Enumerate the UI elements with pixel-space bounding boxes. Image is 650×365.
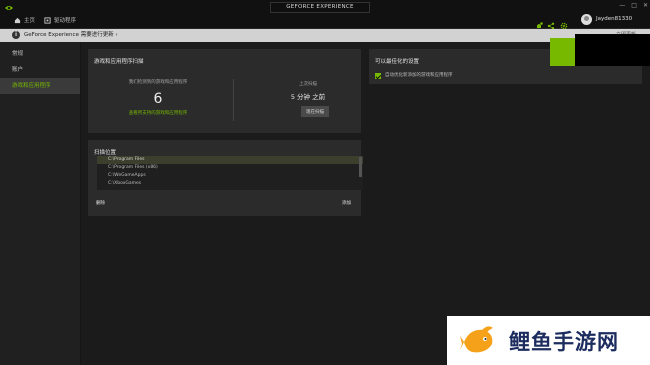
scan-card: 游戏和应用程序扫描 我们检测到的游戏和应用程序 6 查看所支持的游戏和应用程序 …	[88, 49, 361, 133]
scan-card-title: 游戏和应用程序扫描	[94, 59, 144, 65]
auto-optimize-checkbox[interactable]	[375, 73, 381, 79]
top-bar: GEFORCE EXPERIENCE — □ ✕ 主页 驱动程序 Jayden8…	[0, 0, 650, 30]
list-item[interactable]: C:\WeGameApps	[97, 172, 363, 180]
sidebar-item-account[interactable]: 账户	[0, 62, 80, 78]
divider	[233, 79, 234, 121]
list-item[interactable]: C:\Program Files	[97, 156, 363, 164]
optimize-card-title: 可以最佳化的设置	[375, 59, 420, 65]
maximize-button[interactable]: □	[631, 2, 637, 9]
scan-locations-title: 扫描位置	[94, 150, 117, 156]
nav-home-label: 主页	[24, 18, 36, 24]
auto-optimize-label[interactable]: 自动优化新添加的游戏和应用程序	[385, 73, 453, 79]
sidebar-item-general[interactable]: 常规	[0, 46, 80, 62]
scan-locations-list[interactable]: C:\Program Files C:\Program Files (x86) …	[97, 156, 363, 190]
info-icon: i	[12, 31, 20, 39]
found-label: 我们检测到的游戏和应用程序	[128, 80, 188, 85]
nvidia-logo-icon	[5, 6, 13, 10]
settings-sidebar: 常规 账户 游戏和应用程序	[0, 42, 81, 365]
watermark: 鲤鱼手游网	[447, 316, 650, 365]
redaction-block	[575, 34, 650, 66]
nav-home[interactable]: 主页	[14, 14, 35, 26]
close-button[interactable]: ✕	[643, 2, 648, 9]
username[interactable]: Jayden81330	[596, 16, 632, 22]
drivers-icon	[44, 16, 51, 24]
remove-location-button[interactable]: 删除	[96, 200, 105, 206]
watermark-text: 鲤鱼手游网	[509, 330, 619, 354]
minimize-button[interactable]: —	[619, 2, 625, 9]
list-item[interactable]: C:\Program Files (x86)	[97, 164, 363, 172]
update-notice-text[interactable]: GeForce Experience 需要进行更新 ›	[24, 31, 118, 40]
sidebar-item-games-apps[interactable]: 游戏和应用程序	[0, 78, 80, 94]
scan-now-button[interactable]: 现在扫描	[301, 106, 329, 117]
accent-block	[550, 38, 575, 66]
nav-drivers-label: 驱动程序	[54, 18, 77, 24]
found-count: 6	[153, 91, 163, 107]
fish-logo-icon	[460, 326, 493, 353]
scrollbar[interactable]	[359, 157, 362, 177]
home-icon	[14, 17, 21, 23]
nav-drivers[interactable]: 驱动程序	[44, 14, 76, 26]
view-supported-link[interactable]: 查看所支持的游戏和应用程序	[88, 110, 228, 116]
add-location-button[interactable]: 添加	[342, 200, 351, 206]
last-scan-time: 5 分钟 之前	[290, 93, 326, 101]
window-controls: — □ ✕	[619, 2, 648, 9]
geforce-experience-window: GEFORCE EXPERIENCE — □ ✕ 主页 驱动程序 Jayden8…	[0, 0, 650, 365]
app-brand-title: GEFORCE EXPERIENCE	[270, 2, 370, 13]
avatar[interactable]	[581, 14, 592, 25]
list-item[interactable]: C:\XboxGames	[97, 180, 363, 188]
last-scan-label: 上次扫描	[299, 82, 317, 87]
